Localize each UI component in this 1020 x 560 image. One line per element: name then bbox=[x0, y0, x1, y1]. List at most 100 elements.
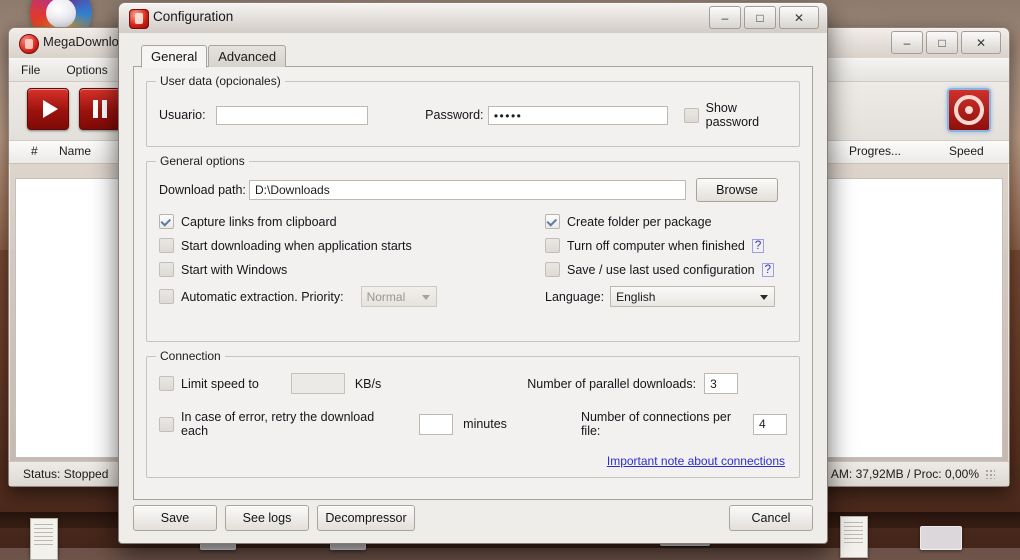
connections-per-file-input[interactable] bbox=[753, 414, 787, 435]
decompressor-button[interactable]: Decompressor bbox=[317, 505, 415, 531]
connection-group: Connection Limit speed to KB/s Number of… bbox=[146, 356, 800, 478]
create-folder-row[interactable]: Create folder per package bbox=[545, 214, 785, 229]
limit-speed-checkbox[interactable] bbox=[159, 376, 174, 391]
show-password-checkbox[interactable] bbox=[684, 108, 699, 123]
resource-usage-text: AM: 37,92MB / Proc: 0,00% bbox=[831, 467, 979, 481]
start-downloading-label[interactable]: Start downloading when application start… bbox=[181, 239, 412, 253]
turn-off-help-icon[interactable]: ? bbox=[752, 239, 764, 253]
minimize-button[interactable]: – bbox=[891, 31, 923, 54]
retry-minutes-input[interactable] bbox=[419, 414, 453, 435]
priority-value: Normal bbox=[367, 290, 406, 304]
password-input[interactable]: ••••• bbox=[488, 106, 668, 125]
general-options-right-column: Create folder per package Turn off compu… bbox=[545, 214, 785, 307]
desktop-doc-icon[interactable] bbox=[840, 516, 868, 558]
desktop-doc-icon[interactable] bbox=[30, 518, 58, 560]
dialog-titlebar[interactable]: Configuration – □ ✕ bbox=[119, 3, 827, 34]
tab-bar[interactable]: General Advanced bbox=[141, 45, 813, 67]
user-data-legend: User data (opcionales) bbox=[156, 74, 285, 88]
show-password-label[interactable]: Show password bbox=[706, 101, 787, 129]
resize-grip[interactable] bbox=[985, 469, 995, 479]
column-name: Name bbox=[59, 144, 91, 158]
start-downloading-row[interactable]: Start downloading when application start… bbox=[159, 238, 545, 253]
automatic-extraction-label[interactable]: Automatic extraction. Priority: bbox=[181, 290, 344, 304]
save-config-row[interactable]: Save / use last used configuration ? bbox=[545, 262, 785, 277]
close-button[interactable]: ✕ bbox=[779, 6, 819, 29]
start-with-windows-checkbox[interactable] bbox=[159, 262, 174, 277]
parallel-downloads-input[interactable] bbox=[704, 373, 738, 394]
menu-item-options[interactable]: Options bbox=[66, 63, 107, 77]
tab-general[interactable]: General bbox=[141, 45, 207, 68]
start-with-windows-row[interactable]: Start with Windows bbox=[159, 262, 545, 277]
priority-select[interactable]: Normal bbox=[361, 286, 437, 307]
save-button[interactable]: Save bbox=[133, 505, 217, 531]
megadownloader-icon bbox=[19, 34, 39, 54]
language-select[interactable]: English bbox=[610, 286, 775, 307]
column-speed: Speed bbox=[949, 144, 984, 158]
capture-button[interactable] bbox=[947, 88, 991, 132]
usuario-label: Usuario: bbox=[159, 108, 216, 122]
turn-off-label[interactable]: Turn off computer when finished bbox=[567, 239, 745, 253]
create-folder-checkbox[interactable] bbox=[545, 214, 560, 229]
parallel-downloads-label: Number of parallel downloads: bbox=[527, 377, 696, 391]
pause-button[interactable] bbox=[79, 88, 121, 130]
automatic-extraction-row[interactable]: Automatic extraction. Priority: Normal bbox=[159, 286, 545, 307]
menu-item-file[interactable]: File bbox=[21, 63, 40, 77]
minutes-label: minutes bbox=[463, 417, 507, 431]
chevron-down-icon bbox=[422, 295, 430, 300]
start-button[interactable] bbox=[27, 88, 69, 130]
general-options-group: General options Download path: Browse Ca… bbox=[146, 161, 800, 342]
target-record-icon bbox=[954, 95, 984, 125]
connections-note-link[interactable]: Important note about connections bbox=[607, 454, 785, 468]
minimize-button[interactable]: – bbox=[709, 6, 741, 29]
download-path-input[interactable] bbox=[249, 180, 686, 200]
password-label: Password: bbox=[425, 108, 488, 122]
column-index: # bbox=[31, 144, 38, 158]
save-config-label[interactable]: Save / use last used configuration bbox=[567, 263, 755, 277]
tab-panel-general: User data (opcionales) Usuario: Password… bbox=[133, 66, 813, 500]
retry-checkbox[interactable] bbox=[159, 417, 174, 432]
capture-links-row[interactable]: Capture links from clipboard bbox=[159, 214, 545, 229]
chevron-down-icon bbox=[760, 295, 768, 300]
language-value: English bbox=[616, 290, 655, 304]
megadownloader-window-controls[interactable]: – □ ✕ bbox=[891, 31, 1001, 54]
retry-label[interactable]: In case of error, retry the download eac… bbox=[181, 410, 393, 438]
tab-advanced[interactable]: Advanced bbox=[208, 45, 286, 67]
dialog-footer: Save See logs Decompressor Cancel bbox=[133, 505, 813, 531]
capture-links-checkbox[interactable] bbox=[159, 214, 174, 229]
connection-legend: Connection bbox=[156, 349, 225, 363]
status-text: Status: Stopped bbox=[23, 467, 108, 481]
general-options-legend: General options bbox=[156, 154, 249, 168]
automatic-extraction-checkbox[interactable] bbox=[159, 289, 174, 304]
dialog-body: General Advanced User data (opcionales) … bbox=[119, 33, 827, 543]
start-downloading-checkbox[interactable] bbox=[159, 238, 174, 253]
general-options-left-column: Capture links from clipboard Start downl… bbox=[159, 214, 545, 307]
turn-off-row[interactable]: Turn off computer when finished ? bbox=[545, 238, 785, 253]
limit-speed-input[interactable] bbox=[291, 373, 345, 394]
save-config-checkbox[interactable] bbox=[545, 262, 560, 277]
save-config-help-icon[interactable]: ? bbox=[762, 263, 774, 277]
dialog-window-controls[interactable]: – □ ✕ bbox=[709, 6, 819, 29]
configuration-dialog[interactable]: Configuration – □ ✕ General Advanced Use… bbox=[118, 2, 828, 544]
pause-icon bbox=[92, 100, 108, 118]
connections-per-file-label: Number of connections per file: bbox=[581, 410, 745, 438]
see-logs-button[interactable]: See logs bbox=[225, 505, 309, 531]
usuario-input[interactable] bbox=[216, 106, 368, 125]
user-data-group: User data (opcionales) Usuario: Password… bbox=[146, 81, 800, 147]
column-progress: Progres... bbox=[849, 144, 901, 158]
cancel-button[interactable]: Cancel bbox=[729, 505, 813, 531]
download-path-label: Download path: bbox=[159, 183, 249, 197]
taskbar-chip[interactable] bbox=[920, 526, 962, 550]
maximize-button[interactable]: □ bbox=[926, 31, 958, 54]
turn-off-checkbox[interactable] bbox=[545, 238, 560, 253]
maximize-button[interactable]: □ bbox=[744, 6, 776, 29]
limit-speed-label[interactable]: Limit speed to bbox=[181, 377, 259, 391]
start-with-windows-label[interactable]: Start with Windows bbox=[181, 263, 287, 277]
kbs-label: KB/s bbox=[355, 377, 381, 391]
configuration-icon bbox=[129, 9, 149, 29]
close-button[interactable]: ✕ bbox=[961, 31, 1001, 54]
capture-links-label[interactable]: Capture links from clipboard bbox=[181, 215, 337, 229]
create-folder-label[interactable]: Create folder per package bbox=[567, 215, 712, 229]
megadownloader-title: MegaDownloa bbox=[43, 34, 126, 49]
dialog-title: Configuration bbox=[153, 9, 233, 24]
browse-button[interactable]: Browse bbox=[696, 178, 778, 202]
